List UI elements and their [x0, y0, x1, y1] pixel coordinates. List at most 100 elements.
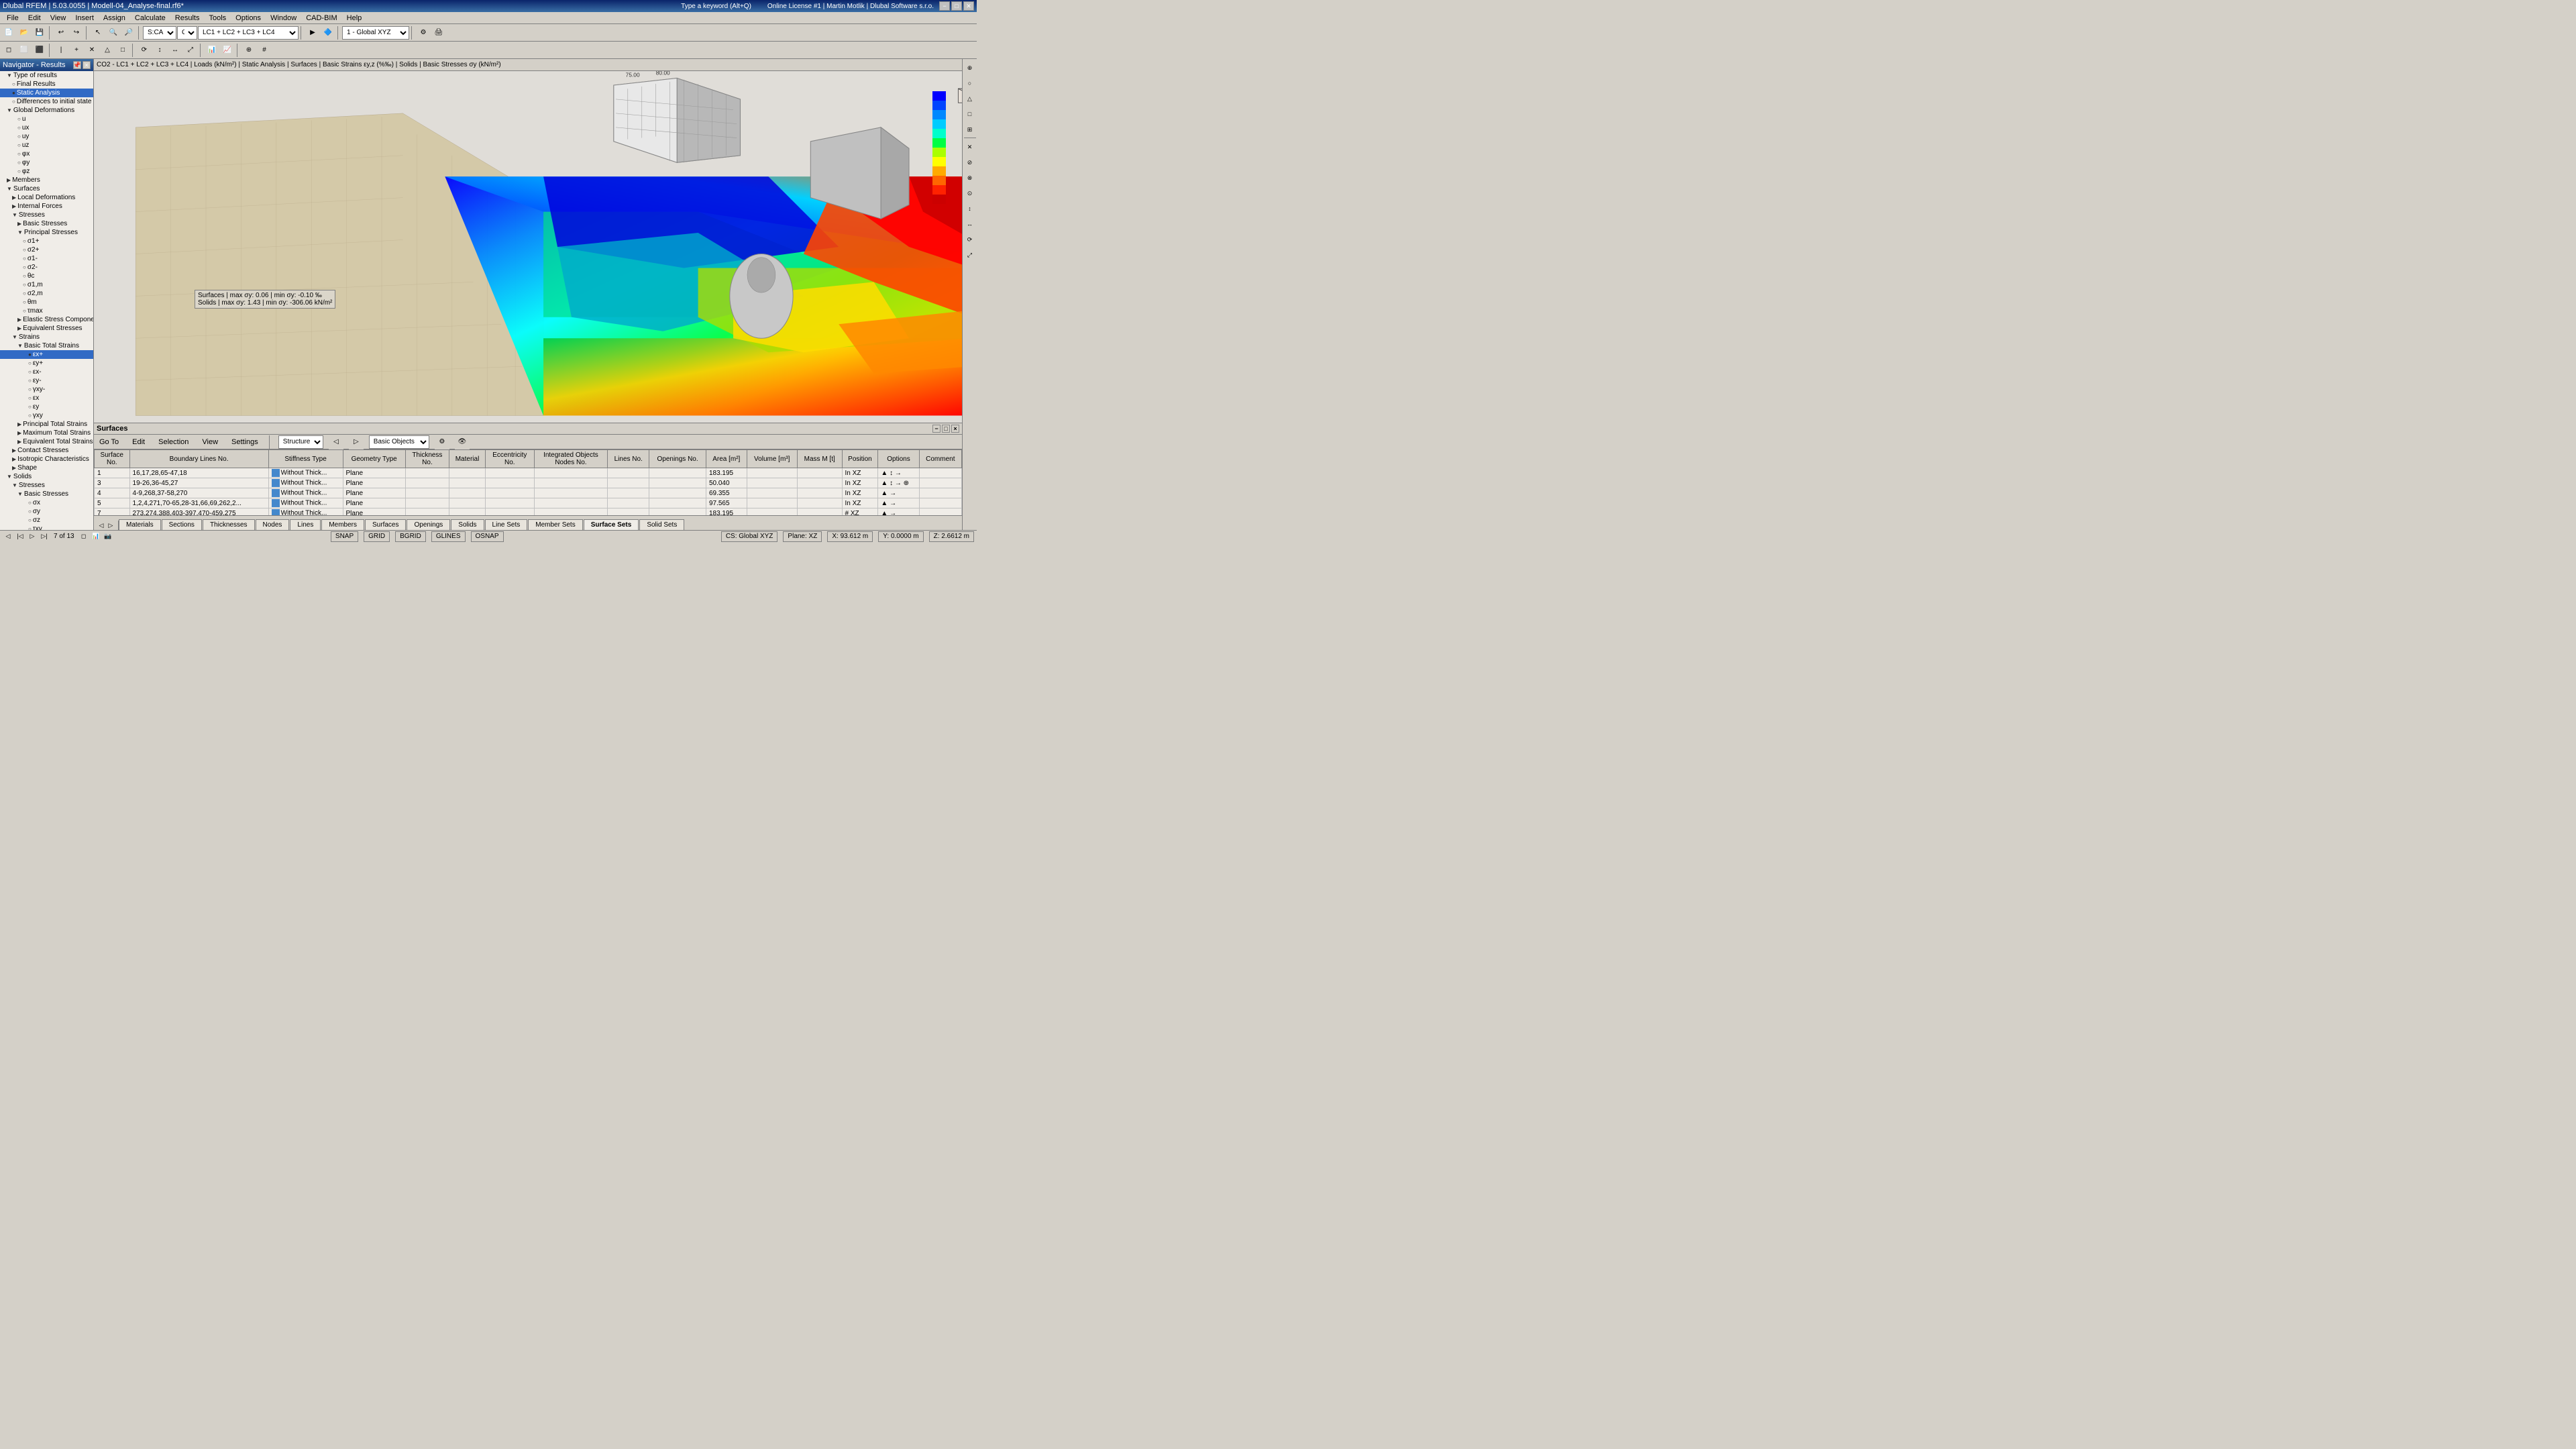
tb2-btn-6[interactable]: ✕ — [85, 43, 99, 58]
nav-thetac[interactable]: ○ θc — [0, 272, 93, 280]
table-row[interactable]: 7 273,274,388,403-397,470-459,275 Withou… — [95, 508, 962, 516]
surfaces-panel-minimize[interactable]: − — [932, 425, 941, 433]
nav-shape[interactable]: ▶ Shape — [0, 464, 93, 472]
right-tb-btn-3[interactable]: △ — [963, 91, 977, 106]
tb2-btn-1[interactable]: ◻ — [1, 43, 16, 58]
load-case-combo-1[interactable]: S:CA — [143, 26, 176, 40]
status-model-icon[interactable]: ◻ — [78, 531, 89, 542]
nav-phix[interactable]: ○ φx — [0, 150, 93, 158]
zoom-out-button[interactable]: 🔎 — [121, 25, 136, 40]
surfaces-panel-close[interactable]: × — [951, 425, 959, 433]
menu-edit[interactable]: Edit — [24, 13, 45, 23]
tab-sections[interactable]: Sections — [162, 519, 202, 530]
snap-status-button[interactable]: SNAP — [331, 531, 358, 542]
table-row[interactable]: 3 19-26,36-45,27 Without Thick... Plane — [95, 478, 962, 488]
surfaces-menu-settings[interactable]: Settings — [227, 437, 262, 447]
right-tb-btn-10[interactable]: ↕ — [963, 201, 977, 216]
menu-calculate[interactable]: Calculate — [131, 13, 170, 23]
nav-sigma-y[interactable]: ○ σy — [0, 507, 93, 516]
menu-insert[interactable]: Insert — [71, 13, 98, 23]
right-tb-btn-9[interactable]: ⊙ — [963, 186, 977, 201]
new-button[interactable]: 📄 — [1, 25, 16, 40]
menu-window[interactable]: Window — [266, 13, 301, 23]
tab-solids[interactable]: Solids — [451, 519, 484, 530]
surfaces-menu-goto[interactable]: Go To — [95, 437, 123, 447]
table-row[interactable]: 5 1,2,4,271,70-65,28-31,66,69,262,2... W… — [95, 498, 962, 508]
nav-solids[interactable]: ▼ Solids — [0, 472, 93, 481]
nav-u[interactable]: ○ u — [0, 115, 93, 123]
nav-surfaces[interactable]: ▼ Surfaces — [0, 184, 93, 193]
maximize-button[interactable]: □ — [951, 1, 962, 11]
tab-member-sets[interactable]: Member Sets — [528, 519, 582, 530]
tb2-btn-4[interactable]: | — [54, 43, 68, 58]
navigator-pin-button[interactable]: 📌 — [73, 61, 81, 69]
tab-openings[interactable]: Openings — [407, 519, 450, 530]
nav-ux[interactable]: ○ ux — [0, 123, 93, 132]
tb2-btn-8[interactable]: □ — [115, 43, 130, 58]
bgrid-status-button[interactable]: BGRID — [395, 531, 426, 542]
open-button[interactable]: 📂 — [17, 25, 32, 40]
status-prev[interactable]: ◁ — [3, 531, 13, 542]
menu-cad-bim[interactable]: CAD-BIM — [302, 13, 341, 23]
navigator-close-button[interactable]: × — [83, 61, 91, 69]
table-row[interactable]: 4 4-9,268,37-58,270 Without Thick... Pla… — [95, 488, 962, 498]
nav-taumax[interactable]: ○ τmax — [0, 307, 93, 315]
tb2-btn-12[interactable]: ⤢ — [183, 43, 198, 58]
nav-ey-plus[interactable]: ○ εy+ — [0, 359, 93, 368]
status-first[interactable]: |◁ — [15, 531, 25, 542]
nav-equivalent-stresses[interactable]: ▶ Equivalent Stresses — [0, 324, 93, 333]
right-tb-btn-11[interactable]: ↔ — [963, 217, 977, 231]
surfaces-panel-maximize[interactable]: □ — [942, 425, 950, 433]
status-camera-icon[interactable]: 📷 — [103, 531, 113, 542]
nav-principal-stresses[interactable]: ▼ Principal Stresses — [0, 228, 93, 237]
nav-sigma2minus[interactable]: ○ σ2- — [0, 263, 93, 272]
surfaces-menu-selection[interactable]: Selection — [154, 437, 193, 447]
tab-nodes[interactable]: Nodes — [256, 519, 290, 530]
menu-tools[interactable]: Tools — [205, 13, 230, 23]
nav-internal-forces[interactable]: ▶ Internal Forces — [0, 202, 93, 211]
nav-equiv-total-strains[interactable]: ▶ Equivalent Total Strains — [0, 437, 93, 446]
nav-gamma-xy[interactable]: ○ γxy — [0, 411, 93, 420]
nav-members[interactable]: ▶ Members — [0, 176, 93, 184]
menu-options[interactable]: Options — [231, 13, 265, 23]
view-button[interactable]: 🔷 — [321, 25, 335, 40]
nav-differences[interactable]: ○ Differences to initial state — [0, 97, 93, 106]
nav-elastic-stress-comp[interactable]: ▶ Elastic Stress Components — [0, 315, 93, 324]
tab-scroll-left[interactable]: ◁ — [97, 521, 106, 530]
nav-principal-total-strains[interactable]: ▶ Principal Total Strains — [0, 420, 93, 429]
tab-surface-sets[interactable]: Surface Sets — [584, 519, 639, 530]
nav-strains[interactable]: ▼ Strains — [0, 333, 93, 341]
surfaces-menu-edit[interactable]: Edit — [128, 437, 149, 447]
nav-basic-total-strains[interactable]: ▼ Basic Total Strains — [0, 341, 93, 350]
tb2-btn-9[interactable]: ⟳ — [137, 43, 152, 58]
surfaces-objects-combo[interactable]: Basic Objects — [369, 435, 429, 449]
select-button[interactable]: ↖ — [91, 25, 105, 40]
nav-local-deformations[interactable]: ▶ Local Deformations — [0, 193, 93, 202]
surfaces-filter-btn[interactable]: ⚙ — [435, 435, 449, 449]
view-direction-combo[interactable]: 1 - Global XYZ — [342, 26, 409, 40]
nav-tau-xy[interactable]: ○ τxy — [0, 525, 93, 530]
right-tb-btn-12[interactable]: ⟳ — [963, 232, 977, 247]
nav-contact-stresses[interactable]: ▶ Contact Stresses — [0, 446, 93, 455]
menu-results[interactable]: Results — [171, 13, 204, 23]
nav-max-total-strains[interactable]: ▶ Maximum Total Strains — [0, 429, 93, 437]
nav-sigma1minus[interactable]: ○ σ1- — [0, 254, 93, 263]
redo-button[interactable]: ↪ — [69, 25, 84, 40]
surfaces-view-btn[interactable]: 👁 — [455, 435, 470, 449]
save-button[interactable]: 💾 — [32, 25, 47, 40]
right-tb-btn-8[interactable]: ⊗ — [963, 170, 977, 185]
tab-materials[interactable]: Materials — [119, 519, 161, 530]
print-button[interactable]: 🖨 — [431, 25, 446, 40]
nav-sigma1m[interactable]: ○ σ1,m — [0, 280, 93, 289]
nav-static-analysis[interactable]: ● Static Analysis — [0, 89, 93, 97]
nav-ex-plus[interactable]: ● εx+ — [0, 350, 93, 359]
nav-phiy[interactable]: ○ φy — [0, 158, 93, 167]
nav-uy[interactable]: ○ uy — [0, 132, 93, 141]
tb2-btn-13[interactable]: 📊 — [205, 43, 219, 58]
display-button[interactable]: ⚙ — [416, 25, 431, 40]
surfaces-tb-left[interactable]: ◁ — [329, 435, 343, 449]
nav-isotropic-char[interactable]: ▶ Isotropic Characteristics — [0, 455, 93, 464]
nav-gamma-xy-minus[interactable]: ○ γxy- — [0, 385, 93, 394]
glines-status-button[interactable]: GLINES — [431, 531, 466, 542]
right-tb-btn-5[interactable]: ⊞ — [963, 122, 977, 137]
